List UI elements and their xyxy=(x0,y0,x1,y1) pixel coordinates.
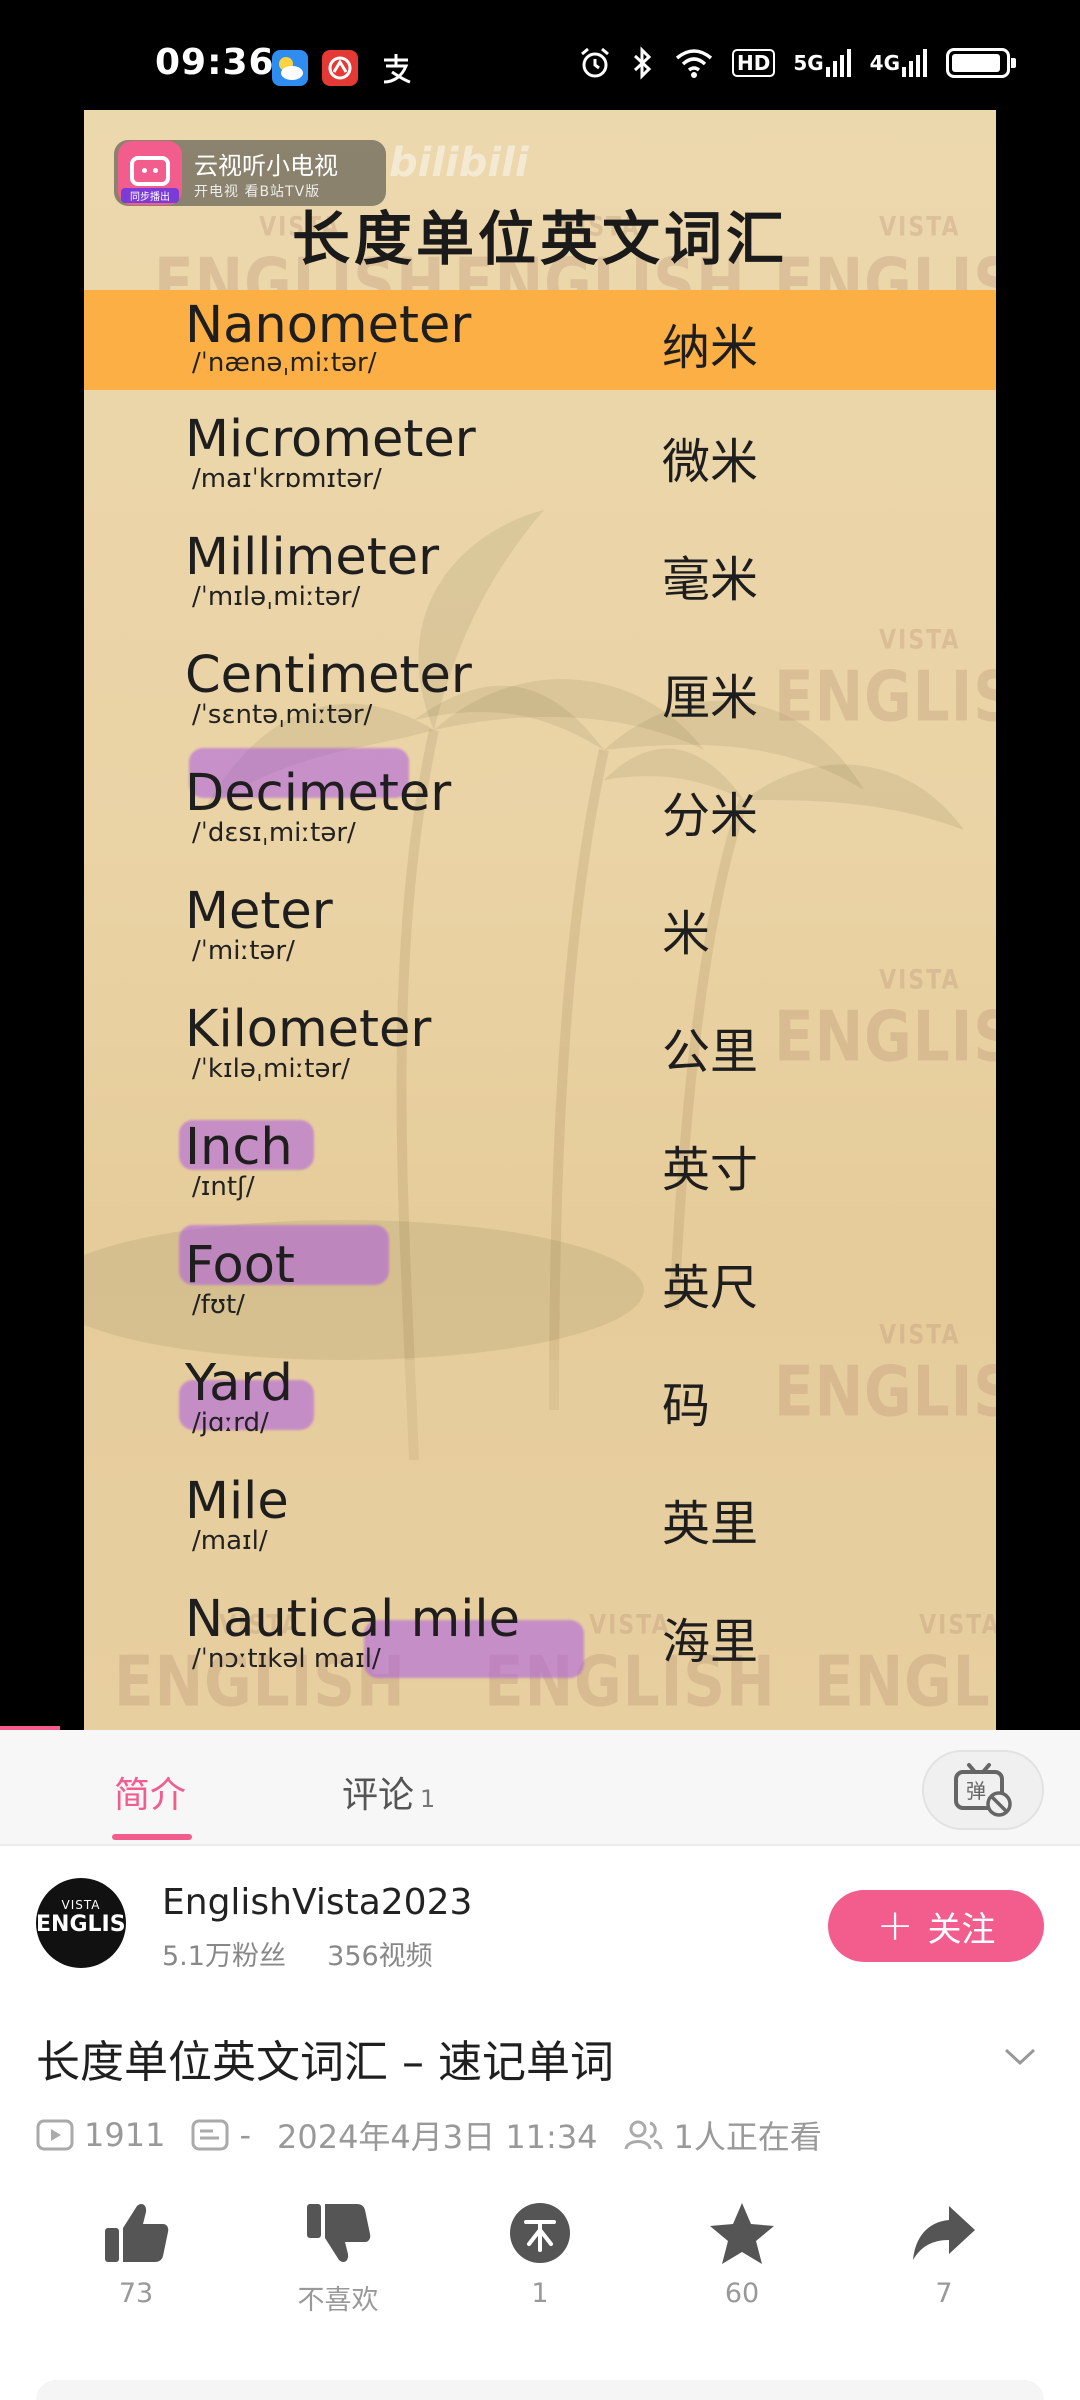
thumbs-up-icon xyxy=(105,2204,169,2262)
vocab-row: Decimeter/ˈdɛsɪˌmiːtər/分米 xyxy=(185,764,759,848)
vocab-row: Kilometer/ˈkɪləˌmiːtər/公里 xyxy=(185,1000,759,1084)
play-count-icon xyxy=(36,2119,74,2151)
alipay-icon xyxy=(378,50,414,86)
next-section-card xyxy=(36,2380,1044,2400)
vocab-row: Millimeter/ˈmɪləˌmiːtər/毫米 xyxy=(185,528,759,612)
video-heading: 长度单位英文词汇 xyxy=(291,205,788,273)
alarm-icon xyxy=(578,46,612,80)
vocab-row: Foot/fʊt/英尺 xyxy=(185,1236,759,1320)
share-button[interactable]: 7 xyxy=(874,2200,1014,2309)
tab-bar: 简介 评论 1 弹 xyxy=(0,1730,1080,1846)
like-count: 73 xyxy=(118,2278,154,2309)
view-count: 1911 xyxy=(84,2116,166,2154)
video-player[interactable]: VISTAENGLISH VISTAENGLISH VISTAENGLISH V… xyxy=(0,110,1080,1730)
vocab-row: Meter/ˈmiːtər/米 xyxy=(185,882,711,966)
vocab-row: Nautical mile/ˈnɔːtɪkəl maɪl/海里 xyxy=(185,1590,759,1674)
action-bar: 73 不喜欢 1 60 7 xyxy=(0,2200,1080,2340)
vocab-row: Yard/jɑːrd/码 xyxy=(185,1354,711,1438)
signal-4g-icon: 4G xyxy=(870,49,928,77)
signal-5g-icon: 5G xyxy=(793,49,851,77)
publish-date: 2024年4月3日 11:34 xyxy=(276,2118,598,2156)
thumbs-down-icon xyxy=(307,2204,371,2262)
danmaku-toggle-button[interactable]: 弹 xyxy=(922,1750,1044,1830)
vocab-row: Nanometer/ˈnænəˌmiːtər/纳米 xyxy=(84,290,996,390)
favorite-count: 60 xyxy=(724,2278,760,2309)
dislike-label: 不喜欢 xyxy=(297,2285,379,2316)
dislike-button[interactable]: 不喜欢 xyxy=(268,2200,408,2317)
share-arrow-icon xyxy=(913,2206,975,2260)
video-frame[interactable]: VISTAENGLISH VISTAENGLISH VISTAENGLISH V… xyxy=(84,110,996,1730)
video-count: 356视频 xyxy=(327,1941,433,1972)
tab-active-indicator xyxy=(112,1834,192,1840)
vocab-row: Inch/ɪntʃ/英寸 xyxy=(185,1118,759,1202)
follow-button[interactable]: + 关注 xyxy=(828,1890,1044,1962)
like-button[interactable]: 73 xyxy=(66,2200,206,2309)
tab-intro[interactable]: 简介 xyxy=(114,1766,186,1818)
battery-icon xyxy=(946,48,1016,78)
status-time: 09:36 xyxy=(155,42,275,83)
bluetooth-icon xyxy=(630,46,656,80)
uploader-meta: 5.1万粉丝 356视频 xyxy=(162,1934,433,1973)
cast-title: 云视听小电视 xyxy=(194,151,338,180)
danmaku-off-icon: 弹 xyxy=(954,1763,1012,1817)
coin-button[interactable]: 1 xyxy=(470,2200,610,2309)
weather-icon xyxy=(272,50,308,86)
uploader-avatar[interactable]: VISTA ENGLISH xyxy=(36,1878,126,1968)
star-icon xyxy=(710,2203,774,2264)
chevron-down-icon[interactable] xyxy=(1000,2036,1040,2076)
share-count: 7 xyxy=(935,2278,953,2309)
tab-comments[interactable]: 评论 1 xyxy=(342,1766,435,1818)
comments-count: 1 xyxy=(420,1785,436,1813)
coin-count: 1 xyxy=(531,2278,549,2309)
favorite-button[interactable]: 60 xyxy=(672,2200,812,2309)
status-bar: 09:36 HD 5G 4G xyxy=(0,0,1080,110)
plus-icon: + xyxy=(876,1900,914,1951)
wifi-icon xyxy=(674,46,714,80)
vocab-row: Mile/maɪl/英里 xyxy=(185,1472,759,1556)
video-info-panel: 简介 评论1 弹 VISTA ENGLISH EnglishVista2023 … xyxy=(0,1730,1080,2400)
bilibili-watermark: bilibili xyxy=(389,140,529,186)
video-stats: 1911 - 2024年4月3日 11:34 1人正在看 xyxy=(36,2112,822,2158)
uploader-name[interactable]: EnglishVista2023 xyxy=(162,1882,472,1923)
vocab-row: Micrometer/maɪˈkrɒmɪtər/微米 xyxy=(185,410,759,494)
danmaku-count-icon xyxy=(191,2119,229,2151)
coin-icon xyxy=(510,2203,570,2263)
svg-text:弹: 弹 xyxy=(966,1779,986,1803)
viewers-icon xyxy=(624,2120,663,2150)
vocab-list: Nanometer/ˈnænəˌmiːtər/纳米 Micrometer/maɪ… xyxy=(84,290,996,1700)
follower-count: 5.1万粉丝 xyxy=(162,1941,286,1972)
hd-network-icon: HD xyxy=(731,49,776,77)
china-mobile-icon xyxy=(322,50,358,86)
danmaku-count: - xyxy=(239,2116,251,2154)
video-title: 长度单位英文词汇 – 速记单词 xyxy=(36,2037,614,2088)
watching-now: 1人正在看 xyxy=(673,2118,822,2156)
vocab-row: Centimeter/ˈsɛntəˌmiːtər/厘米 xyxy=(185,646,759,730)
